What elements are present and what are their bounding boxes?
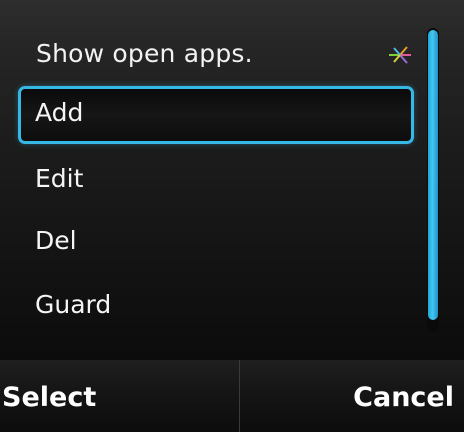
menu-item-edit[interactable]: Edit [18, 152, 414, 210]
select-softkey[interactable]: Select [2, 376, 96, 420]
menu-item-add[interactable]: Add [18, 86, 414, 144]
scrollbar-thumb[interactable] [428, 30, 438, 320]
cancel-softkey[interactable]: Cancel [353, 376, 454, 420]
menu-title[interactable]: Show open apps. [36, 34, 253, 74]
menu-item-del[interactable]: Del [18, 214, 414, 272]
softkey-divider [239, 360, 240, 432]
options-menu-screen: Show open apps. Add Edit Del Guard Selec… [0, 0, 464, 432]
menu-item-guard[interactable]: Guard [18, 278, 414, 336]
options-menu-panel: Show open apps. Add Edit Del Guard [0, 0, 464, 360]
menu-item-label: Guard [35, 290, 112, 319]
menu-item-label: Del [35, 226, 77, 255]
activity-indicator-icon [389, 46, 411, 64]
menu-item-label: Edit [35, 164, 84, 193]
menu-item-label: Add [35, 98, 84, 127]
